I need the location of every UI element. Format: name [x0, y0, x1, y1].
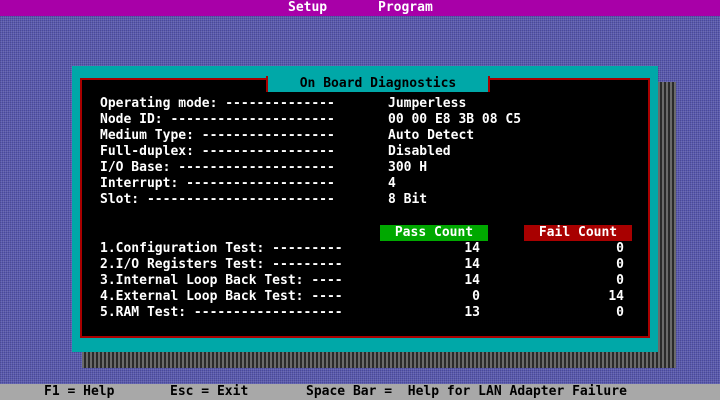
pass-count-header: Pass Count — [380, 225, 488, 241]
fail-count-header: Fail Count — [524, 225, 632, 241]
test-fail-count: 14 — [608, 289, 624, 304]
test-label: 3.Internal Loop Back Test: ---- — [100, 273, 343, 288]
test-fail-count: 0 — [616, 305, 624, 320]
setting-value: 8 Bit — [388, 192, 428, 207]
diagnostics-panel: On Board Diagnostics Operating mode: ---… — [80, 76, 650, 338]
window-title: On Board Diagnostics — [266, 76, 490, 92]
test-fail-count: 0 — [616, 273, 624, 288]
test-pass-count: 14 — [464, 241, 480, 256]
test-label: 5.RAM Test: ------------------- — [100, 305, 343, 320]
status-bar: F1 = Help Esc = Exit Space Bar = Help fo… — [0, 384, 720, 400]
setting-label: Node ID: --------------------- — [100, 112, 335, 127]
setting-value: 4 — [388, 176, 396, 191]
setting-value: 00 00 E8 3B 08 C5 — [388, 112, 522, 127]
setting-value: Auto Detect — [388, 128, 475, 143]
setting-value: Jumperless — [388, 96, 467, 111]
setting-value: Disabled — [388, 144, 451, 159]
test-label: 4.External Loop Back Test: ---- — [100, 289, 343, 304]
test-pass-count: 14 — [464, 257, 480, 272]
test-pass-count: 14 — [464, 273, 480, 288]
setting-label: I/O Base: -------------------- — [100, 160, 335, 175]
menu-setup[interactable]: Setup — [288, 0, 327, 16]
test-fail-count: 0 — [616, 241, 624, 256]
test-label: 1.Configuration Test: --------- — [100, 241, 343, 256]
diagnostics-window: On Board Diagnostics Operating mode: ---… — [72, 66, 658, 352]
lan-failure-help-hint[interactable]: Space Bar = Help for LAN Adapter Failure — [306, 384, 627, 400]
setting-label: Full-duplex: ----------------- — [100, 144, 335, 159]
test-fail-count: 0 — [616, 257, 624, 272]
exit-hint[interactable]: Esc = Exit — [170, 384, 248, 400]
setting-label: Medium Type: ----------------- — [100, 128, 335, 143]
test-pass-count: 13 — [464, 305, 480, 320]
setting-label: Slot: ------------------------ — [100, 192, 335, 207]
menu-program[interactable]: Program — [378, 0, 433, 16]
help-hint[interactable]: F1 = Help — [44, 384, 114, 400]
setting-value: 300 H — [388, 160, 428, 175]
setting-label: Operating mode: -------------- — [100, 96, 335, 111]
menu-bar: Setup Program — [0, 0, 720, 16]
test-pass-count: 0 — [472, 289, 480, 304]
test-label: 2.I/O Registers Test: --------- — [100, 257, 343, 272]
setting-label: Interrupt: ------------------- — [100, 176, 335, 191]
